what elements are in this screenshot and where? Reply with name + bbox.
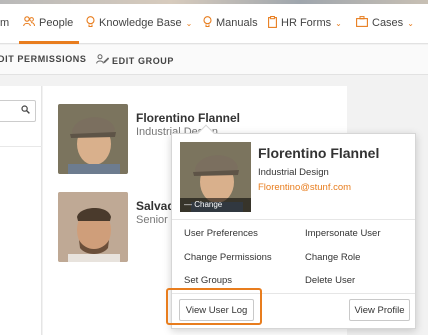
chevron-down-icon: ⌄ <box>407 18 414 28</box>
popover-user-department: Industrial Design <box>258 167 329 178</box>
person-department: Senior <box>136 214 168 226</box>
nav-item-partial-label: m <box>0 17 10 29</box>
nav-item-knowledge-base-label: Knowledge Base <box>99 17 182 29</box>
chevron-down-icon: ⌄ <box>335 18 342 28</box>
sub-toolbar: DIT PERMISSIONS EDIT GROUP <box>0 45 428 75</box>
popover-user-email[interactable]: Florentino@stunf.com <box>258 182 351 193</box>
person-name[interactable]: Florentino Flannel <box>136 111 240 125</box>
nav-item-manuals-label: Manuals <box>216 17 258 29</box>
search-icon[interactable] <box>21 105 30 117</box>
chevron-down-icon: ⌄ <box>185 18 193 28</box>
highlight-box <box>166 288 262 325</box>
people-icon <box>23 16 35 30</box>
edit-permissions-label: DIT PERMISSIONS <box>0 54 87 64</box>
popover-user-name: Florentino Flannel <box>258 145 380 161</box>
set-groups-link[interactable]: Set Groups <box>184 275 232 286</box>
edit-permissions-button[interactable]: DIT PERMISSIONS <box>0 54 87 64</box>
search-input[interactable] <box>0 100 36 122</box>
bulb-icon <box>203 15 212 31</box>
lightbulb-icon <box>86 15 95 31</box>
delete-user-link[interactable]: Delete User <box>305 275 355 286</box>
left-panel-divider <box>0 146 42 147</box>
popover-divider <box>172 219 415 220</box>
change-permissions-link[interactable]: Change Permissions <box>184 252 272 263</box>
left-panel <box>0 86 42 335</box>
avatar[interactable] <box>58 192 128 262</box>
header-image-strip <box>0 0 428 4</box>
nav-item-partial[interactable]: m <box>0 14 9 32</box>
top-navigation: m People Knowledge Base ⌄ Manuals HR For… <box>0 0 428 44</box>
impersonate-user-link[interactable]: Impersonate User <box>305 228 381 239</box>
nav-item-manuals[interactable]: Manuals <box>203 14 258 32</box>
change-photo-button[interactable]: — Change <box>180 198 251 212</box>
user-preferences-link[interactable]: User Preferences <box>184 228 258 239</box>
nav-item-hr-forms-label: HR Forms <box>281 17 332 29</box>
group-icon <box>96 54 110 67</box>
edit-group-label: EDIT GROUP <box>112 55 175 66</box>
nav-item-knowledge-base[interactable]: Knowledge Base ⌄ <box>86 14 192 32</box>
change-role-link[interactable]: Change Role <box>305 252 360 263</box>
clipboard-icon <box>268 15 277 31</box>
avatar[interactable] <box>58 104 128 174</box>
nav-item-hr-forms[interactable]: HR Forms ⌄ <box>268 14 342 32</box>
nav-item-cases-label: Cases <box>372 17 404 29</box>
nav-item-people-label: People <box>39 17 74 29</box>
nav-item-people[interactable]: People <box>18 14 80 44</box>
nav-item-cases[interactable]: Cases ⌄ <box>356 14 414 32</box>
person-name[interactable]: Salvad <box>136 199 175 213</box>
view-profile-button[interactable]: View Profile <box>349 299 410 321</box>
briefcase-icon <box>356 16 368 30</box>
popover-avatar[interactable]: — Change <box>180 142 251 212</box>
edit-group-button[interactable]: EDIT GROUP <box>96 54 174 67</box>
